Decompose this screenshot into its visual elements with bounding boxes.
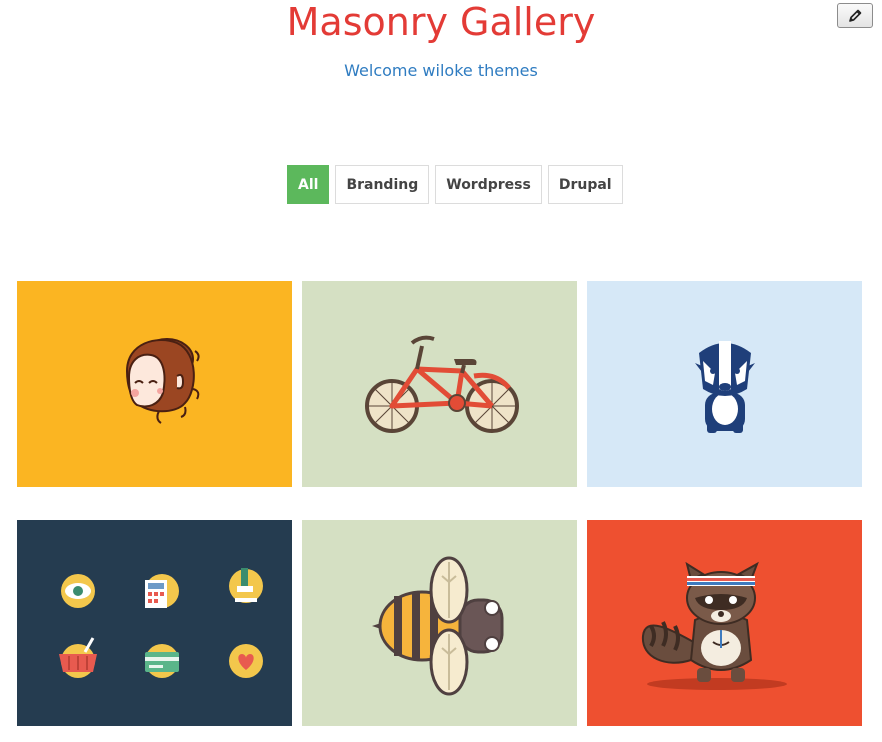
icon-set-illustration	[59, 568, 263, 678]
page-subtitle: Welcome wiloke themes	[344, 61, 538, 80]
edit-button[interactable]	[837, 3, 873, 28]
gallery-item-raccoon[interactable]	[587, 520, 862, 726]
bee-illustration	[372, 556, 504, 696]
gallery-item-bicycle[interactable]	[302, 281, 577, 487]
girl-illustration	[125, 338, 200, 424]
gallery-item-icon-set[interactable]	[17, 520, 292, 726]
pencil-icon	[849, 9, 862, 22]
filter-bar: All Branding Wordpress Drupal	[287, 165, 623, 204]
filter-branding[interactable]: Branding	[335, 165, 430, 204]
bicycle-illustration	[365, 335, 519, 433]
gallery-item-bee[interactable]	[302, 520, 577, 726]
filter-wordpress[interactable]: Wordpress	[435, 165, 542, 204]
raccoon-illustration	[641, 561, 787, 690]
page-title: Masonry Gallery	[286, 0, 596, 44]
filter-drupal[interactable]: Drupal	[547, 165, 623, 204]
gallery-item-girl[interactable]	[17, 281, 292, 487]
badger-illustration	[695, 341, 755, 433]
gallery-item-badger[interactable]	[587, 281, 862, 487]
filter-all[interactable]: All	[287, 165, 330, 204]
